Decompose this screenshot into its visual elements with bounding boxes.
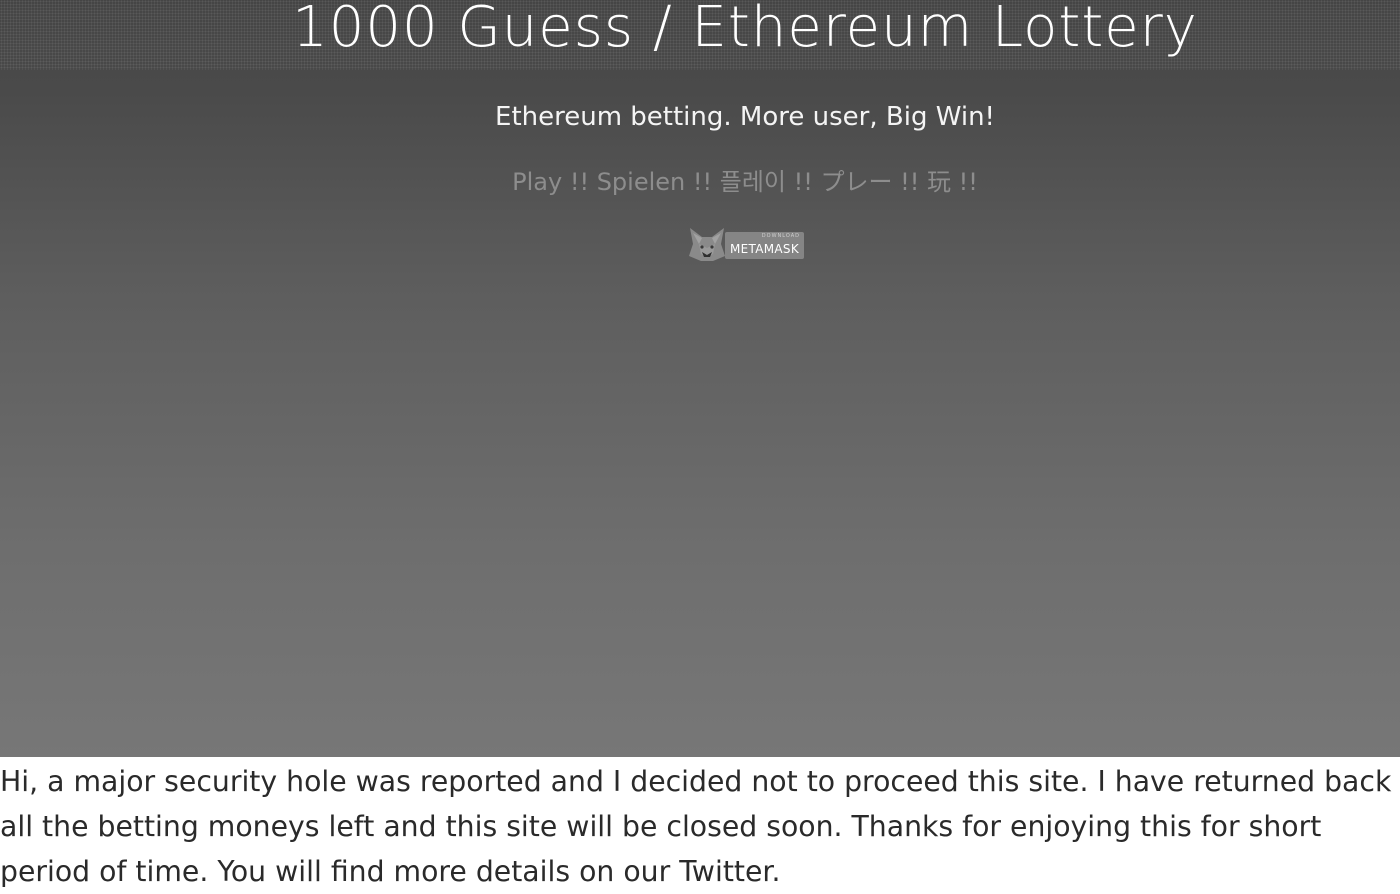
hero-section: 1000 Guess / Ethereum Lottery Ethereum b… bbox=[0, 0, 1400, 757]
page-title: 1000 Guess / Ethereum Lottery bbox=[292, 0, 1198, 60]
shutdown-notice: Hi, a major security hole was reported a… bbox=[0, 765, 1392, 888]
metamask-label: METAMASK bbox=[730, 242, 799, 256]
metamask-label-box: DOWNLOAD METAMASK bbox=[725, 232, 804, 259]
metamask-download-label: DOWNLOAD bbox=[761, 233, 800, 239]
play-link[interactable]: Play !! Spielen !! 플레이 !! プレー !! 玩 !! bbox=[0, 166, 1400, 198]
download-metamask-button[interactable]: DOWNLOAD METAMASK bbox=[687, 228, 804, 262]
metamask-fox-icon bbox=[689, 228, 725, 261]
page-subtitle: Ethereum betting. More user, Big Win! bbox=[495, 102, 995, 132]
